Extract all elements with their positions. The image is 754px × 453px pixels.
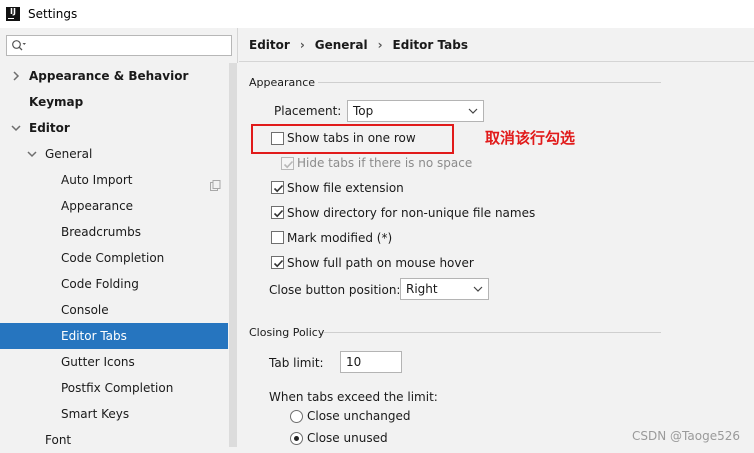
tab-limit-input[interactable]: 10 — [340, 351, 402, 373]
sidebar-item-appearance[interactable]: Appearance — [0, 193, 228, 219]
search-icon — [11, 39, 27, 53]
header-divider — [239, 61, 754, 62]
chevron-down-icon[interactable] — [10, 115, 22, 141]
window-title: Settings — [28, 7, 78, 21]
tab-limit-label: Tab limit: — [269, 356, 324, 370]
search-box[interactable] — [6, 35, 232, 56]
show-directory-label: Show directory for non-unique file names — [287, 206, 536, 220]
sidebar-item-label: Font — [45, 433, 72, 447]
sidebar-item-keymap[interactable]: Keymap — [0, 89, 228, 115]
breadcrumb-general: General — [314, 38, 368, 52]
sidebar-item-label: Postfix Completion — [61, 381, 174, 395]
mark-modified-checkbox[interactable] — [271, 231, 284, 244]
placement-value: Top — [353, 104, 374, 118]
sidebar-item-gutter-icons[interactable]: Gutter Icons — [0, 349, 228, 375]
breadcrumb-editor-tabs: Editor Tabs — [392, 38, 468, 52]
sidebar-item-code-completion[interactable]: Code Completion — [0, 245, 228, 271]
tab-limit-value: 10 — [346, 355, 362, 369]
show-directory-checkbox[interactable] — [271, 206, 284, 219]
close-button-position-label: Close button position: — [269, 283, 401, 297]
settings-tree: Appearance & Behavior Keymap Editor Gene… — [0, 63, 228, 453]
close-unchanged-label: Close unchanged — [307, 409, 411, 423]
chevron-right-icon[interactable] — [10, 63, 22, 89]
settings-sidebar: Appearance & Behavior Keymap Editor Gene… — [0, 28, 238, 453]
sidebar-item-smart-keys[interactable]: Smart Keys — [0, 401, 228, 427]
breadcrumb-separator: › — [299, 38, 305, 52]
sidebar-item-console[interactable]: Console — [0, 297, 228, 323]
title-bar: IJ Settings — [0, 0, 754, 28]
sidebar-item-label: Auto Import — [61, 173, 133, 187]
sidebar-item-label: Code Completion — [61, 251, 165, 265]
placement-label: Placement: — [274, 104, 342, 118]
copy-icon — [210, 174, 221, 191]
sidebar-item-postfix-completion[interactable]: Postfix Completion — [0, 375, 228, 401]
hide-tabs-no-space-label: Hide tabs if there is no space — [297, 156, 473, 170]
breadcrumb: Editor › General › Editor Tabs — [249, 38, 468, 52]
sidebar-scrollbar-thumb[interactable] — [229, 63, 237, 447]
sidebar-item-breadcrumbs[interactable]: Breadcrumbs — [0, 219, 228, 245]
close-unused-label: Close unused — [307, 431, 388, 445]
show-full-path-label: Show full path on mouse hover — [287, 256, 474, 270]
sidebar-item-label: Console — [61, 303, 109, 317]
chevron-down-icon[interactable] — [26, 141, 38, 167]
hide-tabs-no-space-checkbox[interactable] — [281, 157, 294, 170]
sidebar-item-label: Smart Keys — [61, 407, 130, 421]
sidebar-item-auto-import[interactable]: Auto Import — [0, 167, 228, 193]
closing-policy-group-title: Closing Policy — [249, 326, 325, 339]
show-full-path-checkbox[interactable] — [271, 256, 284, 269]
sidebar-item-label: Editor Tabs — [61, 329, 127, 343]
watermark: CSDN @Taoge526 — [632, 429, 740, 443]
mark-modified-label: Mark modified (*) — [287, 231, 393, 245]
sidebar-item-editor-tabs[interactable]: Editor Tabs — [0, 323, 228, 349]
show-file-extension-label: Show file extension — [287, 181, 404, 195]
breadcrumb-editor: Editor — [249, 38, 290, 52]
sidebar-item-editor[interactable]: Editor — [0, 115, 228, 141]
sidebar-item-label: Breadcrumbs — [61, 225, 141, 239]
close-button-position-dropdown[interactable]: Right — [400, 278, 489, 300]
intellij-app-icon: IJ — [6, 7, 20, 21]
appearance-group-title: Appearance — [249, 76, 316, 89]
close-button-position-value: Right — [406, 282, 438, 296]
sidebar-item-general[interactable]: General — [0, 141, 228, 167]
chevron-down-icon — [473, 279, 483, 299]
annotation-highlight-box — [251, 124, 454, 154]
sidebar-item-label: Editor — [29, 121, 70, 135]
group-divider — [323, 332, 661, 333]
show-file-extension-checkbox[interactable] — [271, 181, 284, 194]
sidebar-item-label: Code Folding — [61, 277, 139, 291]
sidebar-item-code-folding[interactable]: Code Folding — [0, 271, 228, 297]
sidebar-item-appearance-behavior[interactable]: Appearance & Behavior — [0, 63, 228, 89]
breadcrumb-separator: › — [377, 38, 383, 52]
settings-content: Editor › General › Editor Tabs Appearanc… — [239, 28, 754, 453]
close-unused-radio[interactable] — [290, 432, 303, 445]
chevron-down-icon — [468, 101, 478, 121]
search-input[interactable] — [29, 37, 229, 54]
sidebar-item-label: Gutter Icons — [61, 355, 135, 369]
annotation-text: 取消该行勾选 — [485, 129, 576, 147]
sidebar-item-label: Keymap — [29, 95, 84, 109]
sidebar-item-label: General — [45, 147, 93, 161]
close-unchanged-radio[interactable] — [290, 410, 303, 423]
sidebar-item-label: Appearance — [61, 199, 134, 213]
placement-dropdown[interactable]: Top — [347, 100, 484, 122]
exceed-limit-label: When tabs exceed the limit: — [269, 390, 438, 404]
sidebar-item-label: Appearance & Behavior — [29, 69, 189, 83]
group-divider — [318, 82, 661, 83]
sidebar-item-font[interactable]: Font — [0, 427, 228, 453]
